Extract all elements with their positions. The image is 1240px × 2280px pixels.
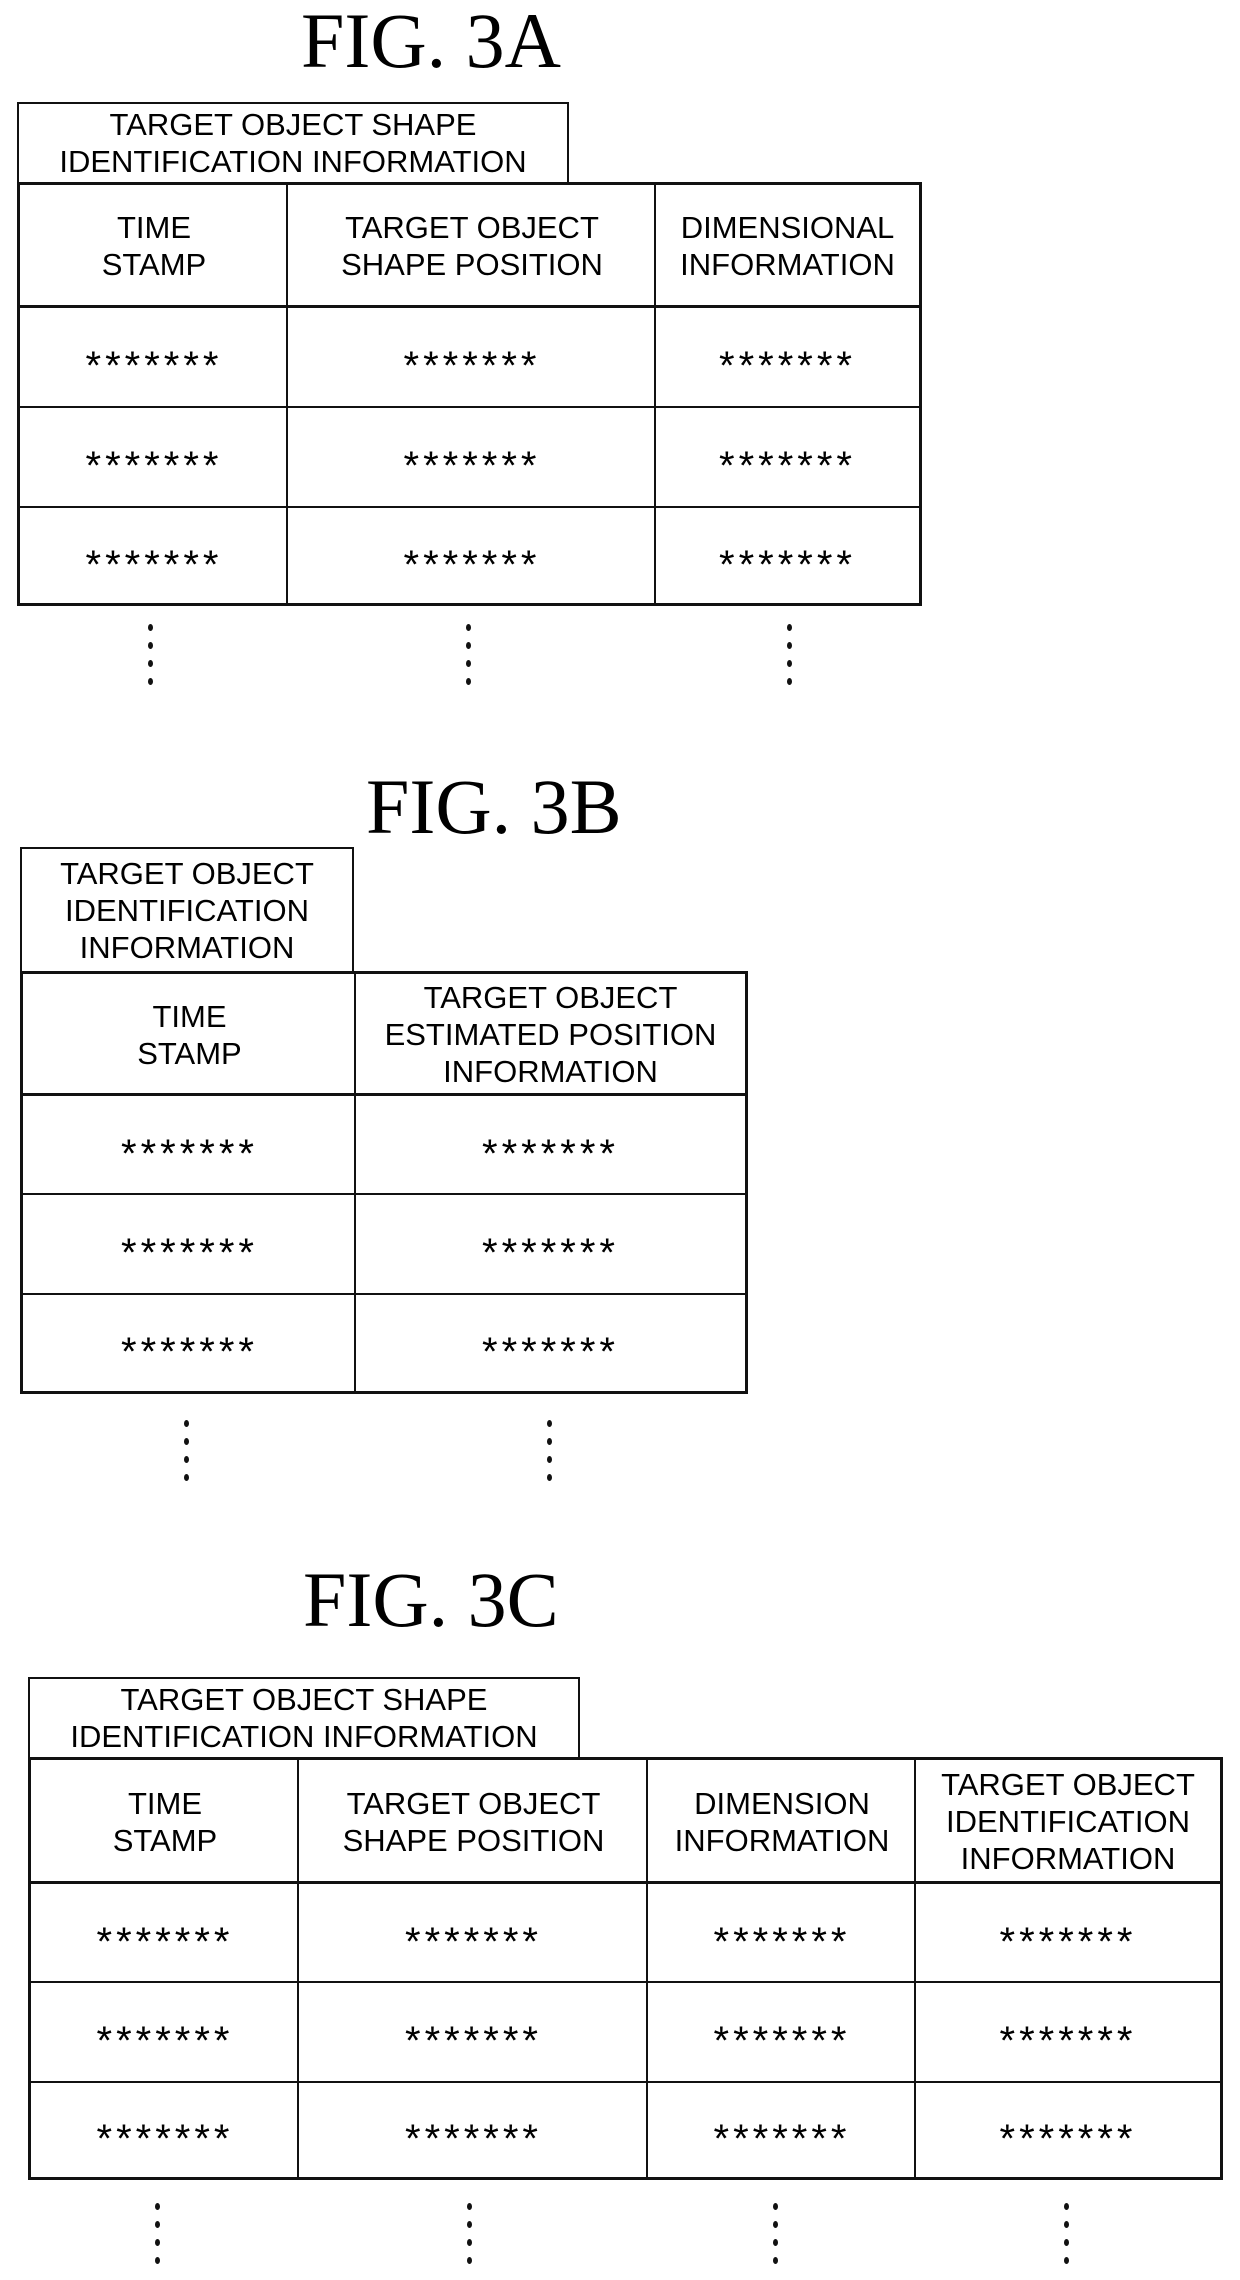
vertical-ellipsis-icon [155,2203,161,2275]
table-cell: ******* [356,1294,745,1391]
column-header-target-object-shape-position: TARGET OBJECT SHAPE POSITION [342,1785,605,1858]
masked-value: ******* [405,2116,542,2161]
masked-value: ******* [482,1231,619,1275]
masked-value: ******* [403,543,541,587]
table-cell: ******* [916,1883,1220,1982]
table-cell: ******* [299,1982,648,2082]
column-header-dimension-information: DIMENSION INFORMATION [674,1785,890,1858]
table-cell: ******* [656,507,919,605]
table-cell: ******* [31,2082,299,2177]
masked-value: ******* [403,344,541,388]
table-cell: ******* [288,307,656,407]
table-cell: ******* [648,1982,916,2082]
column-header-time-stamp: TIME STAMP [137,998,242,1071]
masked-value: ******* [96,1919,234,1964]
table-cell: ******* [20,507,288,605]
table-cell: ******* [31,1883,299,1982]
masked-value: ******* [999,1919,1137,1964]
figure-title-3b: FIG. 3B [366,763,622,850]
masked-value: ******* [999,2019,1137,2063]
table-cell: ******* [916,2082,1220,2177]
table-cell: ******* [648,2082,916,2177]
masked-value: ******* [482,1329,619,1374]
masked-value: ******* [405,1919,542,1964]
vertical-ellipsis-icon [467,2203,473,2275]
table-cell: ******* [656,307,919,407]
table-cell: ******* [31,1982,299,2082]
vertical-ellipsis-icon [184,1420,190,1492]
column-header-time-stamp: TIME STAMP [101,210,207,282]
table-cell: ******* [23,1095,356,1194]
table-cell: ******* [648,1883,916,1982]
masked-value: ******* [85,444,223,488]
figure-title-3a: FIG. 3A [301,0,562,84]
masked-value: ******* [405,2019,542,2063]
masked-value: ******* [713,1919,851,1964]
masked-value: ******* [719,444,856,488]
column-header-target-object-estimated-position-information: TARGET OBJECT ESTIMATED POSITION INFORMA… [384,980,717,1089]
column-header-target-object-shape-position: TARGET OBJECT SHAPE POSITION [341,210,603,282]
table-cell: ******* [916,1982,1220,2082]
masked-value: ******* [719,344,856,388]
table-cell: ******* [356,1194,745,1294]
vertical-ellipsis-icon [466,624,472,696]
column-header-time-stamp: TIME STAMP [112,1785,218,1858]
column-header-target-object-identification-information: TARGET OBJECT IDENTIFICATION INFORMATION [941,1767,1195,1876]
figure-title-3c: FIG. 3C [303,1556,559,1643]
table-cell: ******* [23,1294,356,1391]
masked-value: ******* [96,2019,234,2063]
vertical-ellipsis-icon [547,1420,553,1492]
masked-value: ******* [121,1231,258,1275]
masked-value: ******* [403,444,541,488]
table-cell: ******* [299,1883,648,1982]
table-label-3c: TARGET OBJECT SHAPE IDENTIFICATION INFOR… [28,1677,580,1759]
vertical-ellipsis-icon [1064,2203,1070,2275]
masked-value: ******* [719,543,856,587]
table-cell: ******* [288,507,656,605]
vertical-ellipsis-icon [773,2203,779,2275]
vertical-ellipsis-icon [787,624,793,696]
data-table-3c: TIME STAMP TARGET OBJECT SHAPE POSITION … [28,1757,1223,2180]
table-label-3a: TARGET OBJECT SHAPE IDENTIFICATION INFOR… [17,102,569,184]
table-cell: ******* [23,1194,356,1294]
masked-value: ******* [713,2116,851,2161]
table-cell: ******* [20,307,288,407]
table-cell: ******* [20,407,288,507]
masked-value: ******* [121,1329,258,1374]
masked-value: ******* [85,344,223,388]
masked-value: ******* [999,2116,1137,2161]
table-cell: ******* [288,407,656,507]
vertical-ellipsis-icon [148,624,154,696]
masked-value: ******* [85,543,223,587]
masked-value: ******* [482,1131,619,1176]
table-label-3b: TARGET OBJECT IDENTIFICATION INFORMATION [20,847,354,973]
column-header-dimensional-information: DIMENSIONAL INFORMATION [680,210,895,282]
masked-value: ******* [121,1131,258,1176]
data-table-3b: TIME STAMP TARGET OBJECT ESTIMATED POSIT… [20,971,748,1394]
masked-value: ******* [96,2116,234,2161]
table-cell: ******* [356,1095,745,1194]
data-table-3a: TIME STAMP TARGET OBJECT SHAPE POSITION … [17,182,922,606]
table-cell: ******* [656,407,919,507]
table-cell: ******* [299,2082,648,2177]
masked-value: ******* [713,2019,851,2063]
